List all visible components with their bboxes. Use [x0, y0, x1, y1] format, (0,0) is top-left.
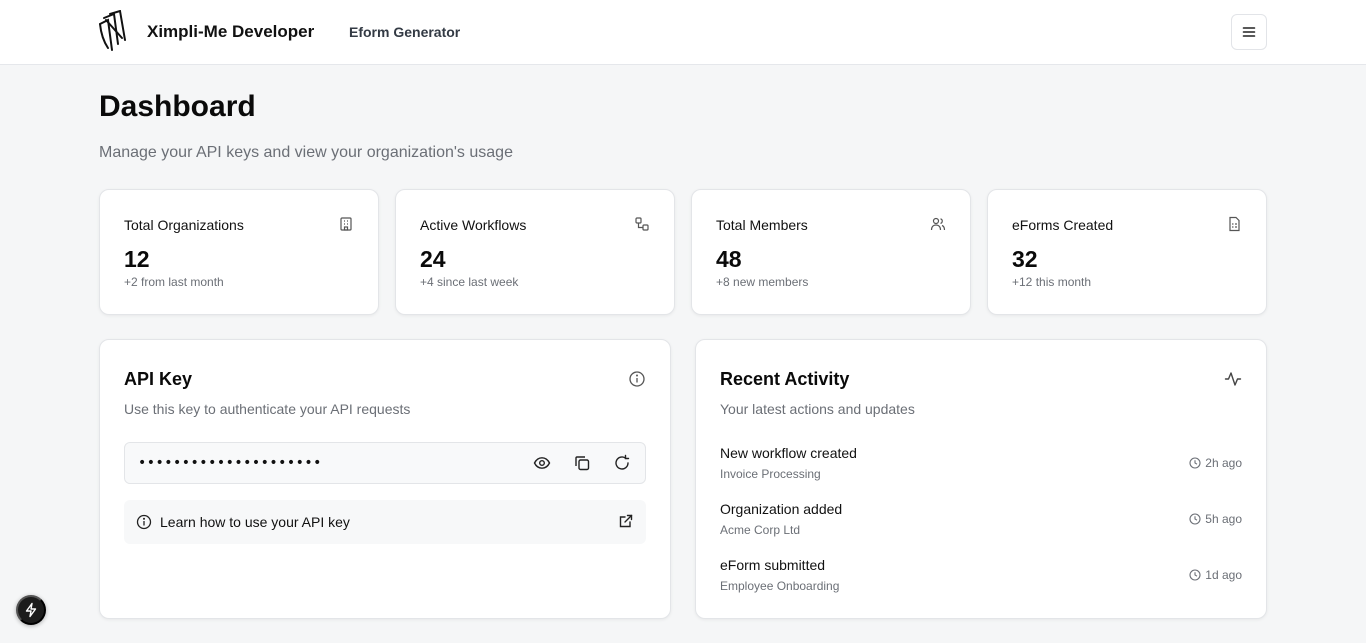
activity-pulse-icon [1224, 372, 1242, 386]
top-bar: Ximpli-Me Developer Eform Generator [0, 0, 1366, 65]
lightning-icon [25, 602, 37, 618]
copy-icon[interactable] [573, 454, 591, 472]
learn-api-key-text: Learn how to use your API key [160, 514, 350, 530]
stat-value: 24 [420, 246, 446, 272]
external-link-icon[interactable] [618, 513, 634, 529]
activity-time: 5h ago [1189, 512, 1242, 526]
page-title: Dashboard [99, 90, 256, 123]
stat-change: +4 since last week [420, 275, 519, 289]
stat-label: Active Workflows [420, 217, 527, 233]
activity-detail: Invoice Processing [720, 467, 821, 481]
activity-time-text: 1d ago [1205, 568, 1242, 582]
file-sheet-icon [1229, 216, 1240, 232]
stat-card-members: Total Members 48 +8 new members [691, 189, 971, 315]
info-icon[interactable] [628, 370, 646, 388]
activity-item: eForm submitted Employee Onboarding 1d a… [720, 557, 1242, 597]
api-key-title: API Key [124, 369, 193, 389]
stat-value: 12 [124, 246, 150, 272]
stat-value: 32 [1012, 246, 1038, 272]
dev-tools-button[interactable] [16, 595, 46, 625]
page-subtitle: Manage your API keys and view your organ… [99, 144, 513, 161]
recent-activity-panel: Recent Activity Your latest actions and … [695, 339, 1267, 619]
activity-time-text: 5h ago [1205, 512, 1242, 526]
activity-title: eForm submitted [720, 557, 826, 573]
workflow-icon [635, 217, 649, 231]
activity-time: 1d ago [1189, 568, 1242, 582]
activity-item: New workflow created Invoice Processing … [720, 445, 1242, 485]
logo-icon[interactable] [98, 10, 132, 54]
api-key-subtitle: Use this key to authenticate your API re… [124, 401, 411, 417]
activity-title: New workflow created [720, 445, 857, 461]
activity-detail: Employee Onboarding [720, 579, 840, 593]
recent-activity-subtitle: Your latest actions and updates [720, 401, 915, 417]
stat-change: +12 this month [1012, 275, 1092, 289]
menu-button[interactable] [1231, 14, 1267, 50]
clock-icon [1189, 569, 1201, 581]
activity-time: 2h ago [1189, 456, 1242, 470]
users-icon [930, 217, 946, 231]
refresh-icon[interactable] [613, 454, 631, 472]
hamburger-icon [1242, 27, 1256, 37]
recent-activity-title: Recent Activity [720, 369, 850, 389]
stat-card-eforms: eForms Created 32 +12 this month [987, 189, 1267, 315]
stat-card-organizations: Total Organizations 12 +2 from last mont… [99, 189, 379, 315]
activity-item: Organization added Acme Corp Ltd 5h ago [720, 501, 1242, 541]
activity-title: Organization added [720, 501, 843, 517]
eye-icon[interactable] [533, 454, 551, 472]
info-icon [136, 514, 152, 530]
stat-value: 48 [716, 246, 742, 272]
api-key-panel: API Key Use this key to authenticate you… [99, 339, 671, 619]
stat-change: +2 from last month [124, 275, 224, 289]
stat-card-workflows: Active Workflows 24 +4 since last week [395, 189, 675, 315]
clock-icon [1189, 457, 1201, 469]
brand-name[interactable]: Ximpli-Me Developer [147, 22, 314, 42]
activity-detail: Acme Corp Ltd [720, 523, 801, 537]
stat-label: eForms Created [1012, 217, 1114, 233]
stat-label: Total Members [716, 217, 808, 233]
stat-change: +8 new members [716, 275, 809, 289]
learn-api-key-link[interactable]: Learn how to use your API key [124, 500, 646, 544]
stat-label: Total Organizations [124, 217, 244, 233]
clock-icon [1189, 513, 1201, 525]
api-key-field[interactable]: ••••••••••••••••••••• [124, 442, 646, 484]
nav-link-eform-generator[interactable]: Eform Generator [349, 24, 460, 40]
api-key-value: ••••••••••••••••••••• [138, 455, 322, 471]
building-icon [340, 217, 352, 231]
activity-time-text: 2h ago [1205, 456, 1242, 470]
